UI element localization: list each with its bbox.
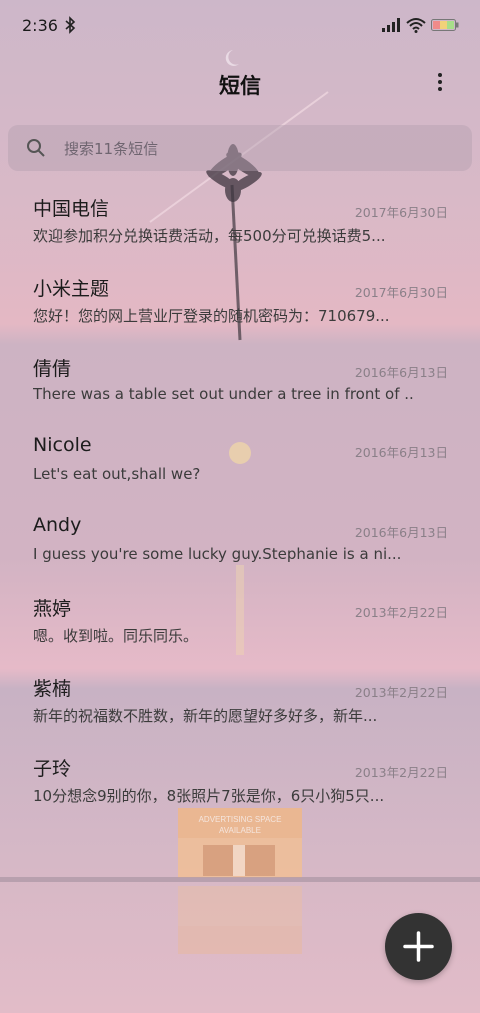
sender-name: 燕婷 (33, 598, 72, 620)
status-time: 2:36 (22, 16, 58, 35)
message-preview: 您好！您的网上营业厅登录的随机密码为：710679... (33, 307, 390, 325)
message-date: 2016年6月13日 (354, 365, 448, 380)
message-date: 2017年6月30日 (354, 205, 448, 220)
search-icon (27, 139, 45, 157)
message-preview: 新年的祝福数不胜数，新年的愿望好多好多，新年... (33, 707, 378, 725)
sender-name: 中国电信 (33, 198, 110, 220)
sender-name: Nicole (33, 434, 92, 456)
message-list: 中国电信 2017年6月30日 欢迎参加积分兑换话费活动，每500分可兑换话费5… (0, 180, 480, 820)
message-preview: 欢迎参加积分兑换话费活动，每500分可兑换话费5... (33, 227, 386, 245)
sender-name: Andy (33, 514, 82, 536)
message-item-3[interactable]: Nicole 2016年6月13日 Let's eat out,shall we… (0, 420, 480, 500)
message-date: 2017年6月30日 (354, 285, 448, 300)
compose-button[interactable] (385, 913, 452, 980)
message-date: 2013年2月22日 (354, 605, 448, 620)
message-date: 2016年6月13日 (354, 445, 448, 460)
message-preview: 10分想念9别的你，8张照片7张是你，6只小狗5只... (33, 787, 385, 805)
search-bar[interactable] (8, 125, 472, 173)
message-item-7[interactable]: 子玲 2013年2月22日 10分想念9别的你，8张照片7张是你，6只小狗5只.… (0, 740, 480, 820)
status-bar: 2:36 (0, 0, 480, 52)
message-item-4[interactable]: Andy 2016年6月13日 I guess you're some luck… (0, 500, 480, 580)
message-date: 2013年2月22日 (354, 765, 448, 780)
bluetooth-icon (65, 16, 76, 34)
title-bar: 短信 (0, 60, 480, 108)
message-item-2[interactable]: 倩倩 2016年6月13日 There was a table set out … (0, 340, 480, 420)
message-preview: There was a table set out under a tree i… (33, 385, 413, 403)
sender-name: 紫楠 (33, 678, 72, 700)
message-preview: I guess you're some lucky guy.Stephanie … (33, 545, 402, 563)
search-input[interactable] (62, 125, 456, 173)
message-item-6[interactable]: 紫楠 2013年2月22日 新年的祝福数不胜数，新年的愿望好多好多，新年... (0, 660, 480, 740)
more-vertical-icon[interactable] (428, 70, 452, 96)
message-date: 2013年2月22日 (354, 685, 448, 700)
battery-icon (431, 19, 459, 31)
page-title: 短信 (219, 74, 261, 98)
sender-name: 倩倩 (33, 358, 72, 380)
plus-icon (403, 931, 434, 962)
sender-name: 子玲 (33, 758, 72, 780)
message-item-5[interactable]: 燕婷 2013年2月22日 嗯。收到啦。同乐同乐。 (0, 580, 480, 660)
message-date: 2016年6月13日 (354, 525, 448, 540)
wifi-icon (406, 18, 426, 33)
message-item-0[interactable]: 中国电信 2017年6月30日 欢迎参加积分兑换话费活动，每500分可兑换话费5… (0, 180, 480, 260)
message-preview: Let's eat out,shall we? (33, 465, 201, 483)
signal-icon (382, 18, 400, 32)
message-item-1[interactable]: 小米主题 2017年6月30日 您好！您的网上营业厅登录的随机密码为：71067… (0, 260, 480, 340)
storefront-sign-line2: AVAILABLE (219, 826, 261, 835)
message-preview: 嗯。收到啦。同乐同乐。 (33, 627, 199, 645)
sender-name: 小米主题 (33, 278, 110, 300)
